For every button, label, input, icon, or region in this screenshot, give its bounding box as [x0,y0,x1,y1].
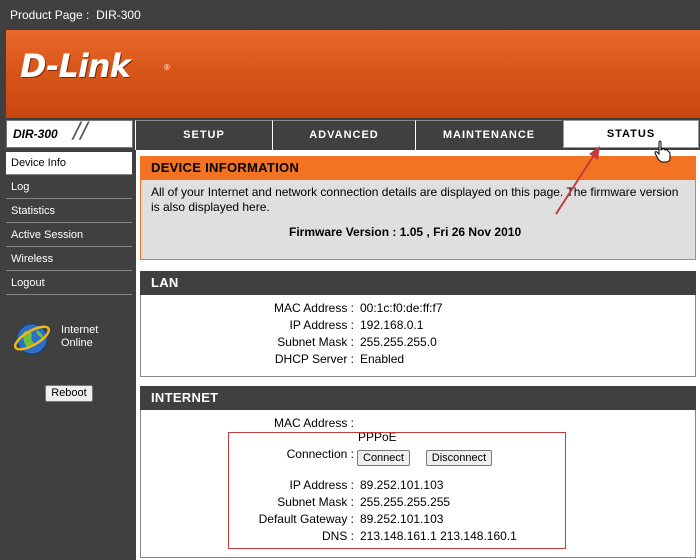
hand-cursor-icon [654,140,671,163]
top-navigation: DIR-300 // SETUP ADVANCED MAINTENANCE ST… [6,119,700,150]
reboot-button[interactable]: Reboot [45,385,93,402]
tab-maintenance[interactable]: MAINTENANCE [415,120,562,150]
device-information-body: All of your Internet and network connect… [140,180,696,260]
lan-title: LAN [140,271,696,295]
main-content: DEVICE INFORMATION All of your Internet … [136,150,700,560]
lan-mac-value: 00:1c:f0:de:ff:f7 [360,301,443,315]
device-information-description: All of your Internet and network connect… [151,185,679,214]
sidebar-item-device-info[interactable]: Device Info [6,152,132,175]
header-banner: D-Link ® [6,30,700,118]
sidebar-item-log[interactable]: Log [6,176,132,199]
device-information-section: DEVICE INFORMATION All of your Internet … [140,156,696,260]
firmware-version: Firmware Version : 1.05 , Fri 26 Nov 201… [289,225,522,239]
internet-status: Internet Online [61,324,99,349]
sidebar-item-wireless[interactable]: Wireless [6,248,132,271]
model-badge: DIR-300 // [6,119,133,148]
model-slash-decoration: // [73,119,88,144]
lan-section: LAN MAC Address : 00:1c:f0:de:ff:f7 IP A… [140,271,696,377]
device-information-title: DEVICE INFORMATION [140,156,696,180]
registered-mark: ® [164,63,170,72]
lan-subnet-value: 255.255.255.0 [360,335,437,349]
lan-dhcp-label: DHCP Server : [274,352,354,366]
model-name: DIR-300 [13,127,58,141]
tab-setup[interactable]: SETUP [135,120,272,150]
lan-subnet-label: Subnet Mask : [277,335,354,349]
top-bar: Product Page : DIR-300 [0,0,700,30]
lan-body: MAC Address : 00:1c:f0:de:ff:f7 IP Addre… [140,295,696,377]
dlink-logo: D-Link [20,47,131,85]
lan-dhcp-value: Enabled [360,352,405,366]
lan-ip-label: IP Address : [289,318,354,332]
sidebar-item-active-session[interactable]: Active Session [6,224,132,247]
sidebar: Device Info Log Statistics Active Sessio… [6,150,134,560]
product-page-label: Product Page : DIR-300 [10,8,141,22]
lan-ip-value: 192.168.0.1 [360,318,424,332]
lan-mac-label: MAC Address : [273,301,354,315]
internet-title: INTERNET [140,386,696,410]
sidebar-item-statistics[interactable]: Statistics [6,200,132,223]
internet-mac-label: MAC Address : [273,416,354,430]
sidebar-item-logout[interactable]: Logout [6,272,132,295]
tab-status[interactable]: STATUS [563,120,699,148]
tab-advanced[interactable]: ADVANCED [272,120,415,150]
globe-icon [13,323,51,355]
annotation-highlight-box [228,432,566,549]
